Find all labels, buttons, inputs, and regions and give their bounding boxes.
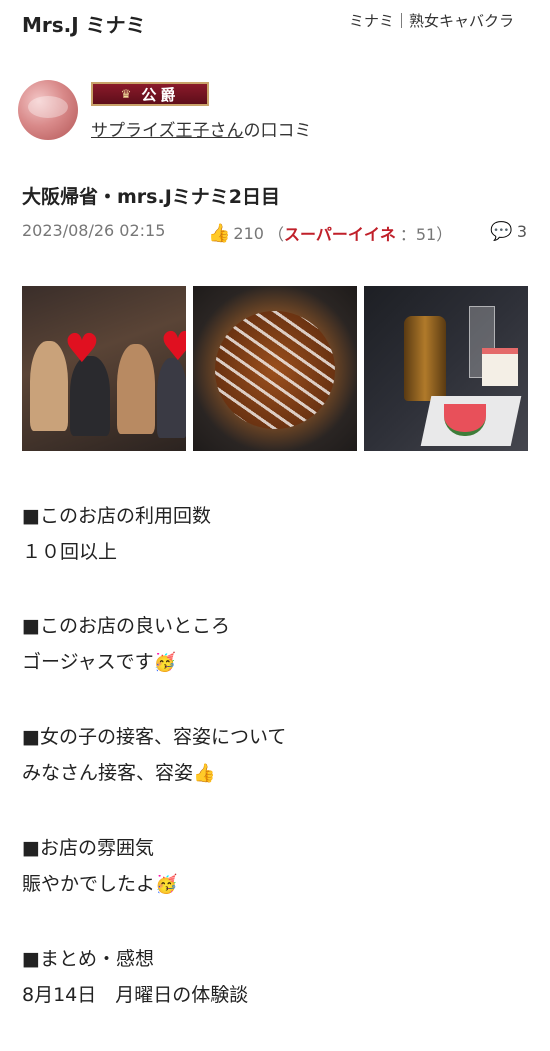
party-face-icon: 🥳 <box>153 652 177 673</box>
bottle-image <box>404 316 446 401</box>
section-heading: ■女の子の接客、容姿について <box>22 726 287 748</box>
section-heading: ■このお店の利用回数 <box>22 505 211 527</box>
section-body: 8月14日 月曜日の体験談 <box>22 984 249 1006</box>
reviewer-line: サプライズ王子さんの口コミ <box>91 116 312 141</box>
photo-thumbnail-2[interactable] <box>193 286 357 451</box>
reviewer-suffix: の口コミ <box>243 121 312 141</box>
page-header: Mrs.J ミナミ ミナミ｜熟女キャバクラ <box>0 0 550 44</box>
section-atmosphere: ■お店の雰囲気 賑やかでしたよ🥳 <box>22 830 528 903</box>
section-body: 賑やかでしたよ🥳 <box>22 873 178 895</box>
comment-button[interactable]: 💬 3 <box>490 221 527 242</box>
super-like-label[interactable]: スーパーイイネ <box>284 221 396 245</box>
section-heading: ■まとめ・感想 <box>22 948 154 970</box>
reviewer-name-link[interactable]: サプライズ王子さん <box>91 121 244 141</box>
comment-count: 3 <box>516 222 527 241</box>
store-category[interactable]: ミナミ｜熟女キャバクラ <box>349 10 514 31</box>
section-body: ゴージャスです🥳 <box>22 651 177 673</box>
comment-bubble-icon: 💬 <box>490 221 513 242</box>
post-title: 大阪帰省・mrs.Jミナミ2日目 <box>22 186 280 208</box>
section-heading: ■お店の雰囲気 <box>22 837 154 859</box>
post-date: 2023/08/26 02:15 <box>22 221 166 240</box>
thumbs-up-icon: 👍 <box>208 222 231 244</box>
section-heading: ■このお店の良いところ <box>22 615 230 637</box>
thumbs-up-emoji-icon: 👍 <box>193 763 216 784</box>
photo-person <box>30 341 68 431</box>
reviewer-block: ♛ 公爵 サプライズ王子さんの口コミ <box>18 80 538 144</box>
post-meta: 2023/08/26 02:15 👍 210 （スーパーイイネ ：51） 💬 3 <box>22 221 527 245</box>
review-body: ■このお店の利用回数 １０回以上 ■このお店の良いところ ゴージャスです🥳 ■女… <box>22 498 528 1051</box>
section-summary: ■まとめ・感想 8月14日 月曜日の体験談 <box>22 941 528 1013</box>
store-name[interactable]: Mrs.J ミナミ <box>22 9 146 38</box>
avatar[interactable] <box>18 80 78 140</box>
photo-gallery: ♥ ♥ <box>22 286 528 451</box>
section-visit-count: ■このお店の利用回数 １０回以上 <box>22 498 528 570</box>
rank-label: 公爵 <box>141 85 180 104</box>
rank-badge: ♛ 公爵 <box>91 82 209 106</box>
photo-person <box>117 344 155 434</box>
photo-thumbnail-1[interactable]: ♥ ♥ <box>22 286 186 451</box>
cake-image <box>482 348 518 386</box>
crown-icon: ♛ <box>120 87 132 101</box>
heart-sticker-icon: ♥ <box>160 324 186 370</box>
okonomiyaki-image <box>215 311 335 429</box>
super-like-count: ：51） <box>399 225 453 244</box>
heart-sticker-icon: ♥ <box>64 326 100 372</box>
photo-person <box>157 358 186 438</box>
section-body: １０回以上 <box>22 541 118 563</box>
like-count: 210 <box>233 223 264 243</box>
section-body: みなさん接客、容姿👍 <box>22 762 216 784</box>
section-good-points: ■このお店の良いところ ゴージャスです🥳 <box>22 608 528 681</box>
super-like-open: （ <box>267 225 284 244</box>
photo-thumbnail-3[interactable] <box>364 286 528 451</box>
section-service: ■女の子の接客、容姿について みなさん接客、容姿👍 <box>22 719 528 792</box>
like-button[interactable]: 👍 210 （スーパーイイネ ：51） <box>208 221 452 245</box>
party-face-icon: 🥳 <box>155 874 178 895</box>
